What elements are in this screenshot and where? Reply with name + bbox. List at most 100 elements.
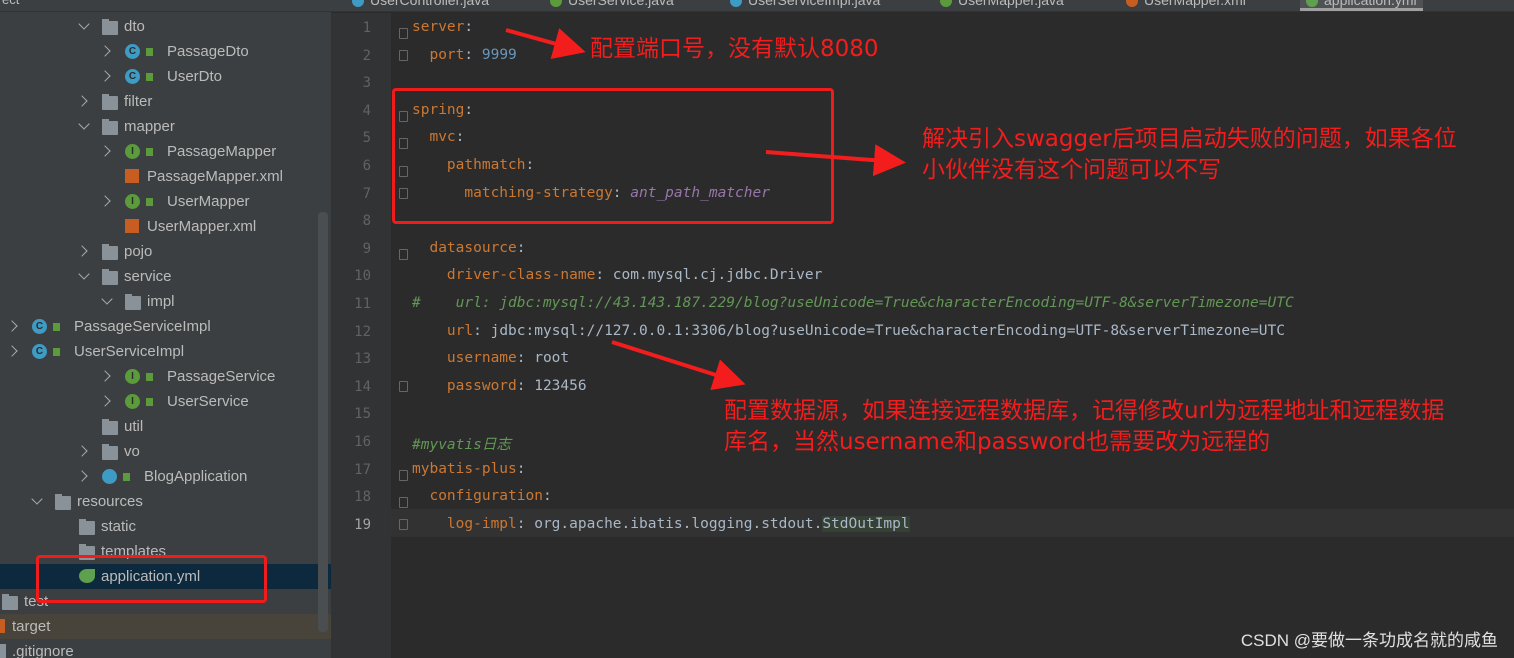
- fold-end-icon[interactable]: [399, 518, 408, 530]
- chevron-down-icon[interactable]: [101, 293, 113, 305]
- lock-icon: [53, 348, 60, 356]
- annotation-line: 小伙伴没有这个问题可以不写: [922, 157, 1221, 183]
- tree-item-vo[interactable]: vo: [0, 439, 331, 464]
- tree-item-usermapper[interactable]: I UserMapper: [0, 189, 331, 214]
- tree-item-label: PassageMapper.xml: [147, 168, 283, 185]
- tree-item-target[interactable]: target: [0, 614, 331, 639]
- tree-item-userservice[interactable]: I UserService: [0, 389, 331, 414]
- tree-item-userdto[interactable]: C UserDto: [0, 64, 331, 89]
- tree-item-passagemapper[interactable]: I PassageMapper: [0, 139, 331, 164]
- folder-icon: [102, 19, 118, 35]
- chevron-down-icon[interactable]: [78, 118, 90, 130]
- tree-item-passagemapper-xml[interactable]: PassageMapper.xml: [0, 164, 331, 189]
- sidebar-scrollbar[interactable]: [318, 212, 328, 632]
- line-number: 5: [362, 130, 371, 147]
- tree-item-label: BlogApplication: [144, 468, 248, 485]
- tab-userserviceimpl-java[interactable]: UserServiceImpl.java: [730, 0, 880, 8]
- tab-usermapper-xml[interactable]: UserMapper.xml: [1126, 0, 1246, 8]
- tree-item-util[interactable]: util: [0, 414, 331, 439]
- tree-item-filter[interactable]: filter: [0, 89, 331, 114]
- tree-item-mapper[interactable]: mapper: [0, 114, 331, 139]
- interface-icon: [940, 0, 952, 8]
- code-token: mybatis-plus: [412, 460, 517, 477]
- code-token: :: [542, 488, 552, 505]
- fold-end-icon[interactable]: [399, 380, 408, 392]
- chevron-right-icon[interactable]: [76, 245, 88, 257]
- tree-item-dto[interactable]: dto: [0, 14, 331, 39]
- tree-item-label: target: [12, 618, 51, 635]
- tree-item-label: vo: [124, 443, 140, 460]
- code-line: username: root: [412, 350, 569, 366]
- lock-icon: [146, 198, 153, 206]
- line-number: 4: [362, 102, 371, 119]
- tab-usercontroller-java[interactable]: UserController.java: [352, 0, 489, 8]
- chevron-right-icon[interactable]: [99, 195, 111, 207]
- lock-icon: [123, 473, 130, 481]
- tree-item-userserviceimpl[interactable]: C UserServiceImpl: [0, 339, 331, 364]
- chevron-right-icon[interactable]: [99, 45, 111, 57]
- tree-item-pojo[interactable]: pojo: [0, 239, 331, 264]
- tab-label: UserMapper.java: [958, 0, 1064, 8]
- fold-start-icon[interactable]: [399, 28, 408, 39]
- code-token: configuration: [429, 488, 543, 505]
- fold-end-icon[interactable]: [399, 49, 408, 61]
- code-token: driver-class-name: [446, 267, 596, 284]
- folder-icon: [125, 294, 141, 310]
- tree-item--gitignore[interactable]: .gitignore: [0, 639, 331, 658]
- tab-label: UserController.java: [370, 0, 490, 8]
- code-token: server: [412, 19, 465, 35]
- chevron-right-icon[interactable]: [6, 345, 18, 357]
- code-line: datasource:: [412, 240, 525, 256]
- tree-item-usermapper-xml[interactable]: UserMapper.xml: [0, 214, 331, 239]
- interface-icon: I: [125, 394, 140, 409]
- chevron-right-icon[interactable]: [76, 470, 88, 482]
- chevron-down-icon[interactable]: [31, 493, 43, 505]
- code-token: url: [446, 322, 474, 339]
- folder-icon: [55, 494, 71, 510]
- code-token: log-impl: [446, 515, 517, 532]
- line-number: 8: [362, 213, 371, 230]
- fold-start-icon[interactable]: [399, 497, 408, 509]
- tab-userservice-java[interactable]: UserService.java: [550, 0, 674, 8]
- line-number: 1: [362, 20, 371, 36]
- tab-application-yml[interactable]: application.yml: [1300, 0, 1423, 11]
- tree-item-label: UserServiceImpl: [74, 343, 185, 360]
- line-number: 3: [362, 75, 371, 92]
- tab-usermapper-java[interactable]: UserMapper.java: [940, 0, 1064, 8]
- fold-start-icon[interactable]: [399, 469, 408, 481]
- tree-item-passagedto[interactable]: C PassageDto: [0, 39, 331, 64]
- project-label: ect: [2, 0, 19, 7]
- lock-icon: [146, 148, 153, 156]
- tree-item-impl[interactable]: impl: [0, 289, 331, 314]
- tab-label: application.yml: [1324, 0, 1417, 8]
- tree-item-blogapplication[interactable]: BlogApplication: [0, 464, 331, 489]
- chevron-right-icon[interactable]: [99, 395, 111, 407]
- tree-item-static[interactable]: static: [0, 514, 331, 539]
- chevron-right-icon[interactable]: [99, 370, 111, 382]
- tree-item-label: impl: [147, 293, 175, 310]
- tree-item-label: UserService: [167, 393, 249, 410]
- chevron-right-icon[interactable]: [76, 445, 88, 457]
- chevron-right-icon[interactable]: [76, 95, 88, 107]
- chevron-right-icon[interactable]: [99, 70, 111, 82]
- chevron-right-icon[interactable]: [99, 145, 111, 157]
- code-token: #myvatis日志: [412, 437, 511, 453]
- chevron-down-icon[interactable]: [78, 18, 90, 30]
- tree-item-resources[interactable]: resources: [0, 489, 331, 514]
- line-number: 2: [362, 47, 371, 64]
- spring-app-icon: [102, 469, 117, 484]
- code-line: password: 123456: [412, 378, 587, 394]
- chevron-right-icon[interactable]: [6, 320, 18, 332]
- tree-item-passageservice[interactable]: I PassageService: [0, 364, 331, 389]
- code-token: : jdbc:mysql://127.0.0.1:3306/blog?useUn…: [473, 322, 1285, 339]
- tree-item-label: resources: [77, 493, 143, 510]
- tree-item-passageserviceimpl[interactable]: C PassageServiceImpl: [0, 314, 331, 339]
- code-token: :: [464, 19, 474, 35]
- tree-item-service[interactable]: service: [0, 264, 331, 289]
- fold-start-icon[interactable]: [399, 248, 408, 260]
- chevron-down-icon[interactable]: [78, 268, 90, 280]
- code-token: username: [446, 350, 517, 367]
